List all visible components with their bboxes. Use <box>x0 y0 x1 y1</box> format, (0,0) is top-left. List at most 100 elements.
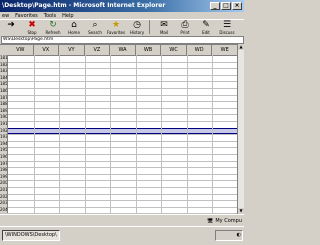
gridline-row <box>0 187 238 188</box>
column-header[interactable]: WA <box>110 45 136 55</box>
gridline-row <box>0 154 238 155</box>
mail-icon: ✉ <box>160 20 168 30</box>
toolbar: ➜ ✖ Stop ↻ Refresh ⌂ Home ⌕ Search ★ Favorite… <box>0 20 244 36</box>
gridline-row <box>0 180 238 182</box>
address-bar: WS\Desktop\Page.htm <box>0 36 244 44</box>
gridline-row <box>0 206 238 208</box>
print-button[interactable]: ⎙ Print <box>176 20 194 35</box>
row-header[interactable]: 186 <box>0 88 8 95</box>
gridline-row <box>0 88 238 89</box>
home-icon: ⌂ <box>71 20 77 30</box>
favorites-button[interactable]: ★ Favorites <box>107 20 125 35</box>
gridline-column <box>186 55 188 214</box>
search-icon: ⌕ <box>92 20 98 30</box>
forward-arrow-icon: ➜ <box>7 20 15 30</box>
menu-help[interactable]: Help <box>62 12 73 19</box>
gridline-column <box>59 55 61 214</box>
home-button[interactable]: ⌂ Home <box>65 20 83 35</box>
row-header[interactable]: 188 <box>0 101 8 108</box>
row-header[interactable]: 185 <box>0 81 8 88</box>
row-header[interactable]: 187 <box>0 94 8 102</box>
row-header[interactable]: 184 <box>0 74 8 82</box>
maximize-button[interactable]: □ <box>221 2 231 10</box>
gridline-row <box>0 74 238 76</box>
column-header[interactable]: VW <box>8 45 34 55</box>
scroll-up-icon[interactable]: ▲ <box>238 44 244 50</box>
status-bar: 🖥 My Compu <box>0 214 244 226</box>
stop-button[interactable]: ✖ Stop <box>23 20 41 35</box>
search-button[interactable]: ⌕ Search <box>86 20 104 35</box>
window-title: \Desktop\Page.htm - Microsoft Internet E… <box>2 2 166 9</box>
toolbar-separator <box>149 20 152 34</box>
edit-button[interactable]: ✎ Edit <box>197 20 215 35</box>
gridline-row <box>0 140 238 142</box>
security-zone: My Compu <box>215 217 242 224</box>
gridline-row <box>0 160 238 162</box>
gridline-row <box>0 193 238 195</box>
gridline-row <box>0 114 238 116</box>
column-header[interactable]: VY <box>59 45 85 55</box>
row-header[interactable]: 201 <box>0 187 8 194</box>
column-header[interactable]: WD <box>187 45 213 55</box>
row-header[interactable]: 189 <box>0 107 8 115</box>
forward-button[interactable]: ➜ <box>2 20 20 30</box>
gridline-row <box>0 200 238 202</box>
column-header[interactable]: VX <box>34 45 60 55</box>
menu-view[interactable]: ew <box>2 12 9 19</box>
print-icon: ⎙ <box>181 20 189 30</box>
row-header[interactable]: 192 <box>0 127 8 135</box>
refresh-button[interactable]: ↻ Refresh <box>44 20 62 35</box>
address-input[interactable]: WS\Desktop\Page.htm <box>1 36 244 44</box>
taskbar: \WINDOWS\Desktop\ ◐ <box>0 226 244 245</box>
gridline-row <box>0 101 238 103</box>
row-header[interactable]: 202 <box>0 193 8 201</box>
minimize-button[interactable]: _ <box>210 2 220 10</box>
row-header[interactable]: 195 <box>0 147 8 154</box>
column-header[interactable]: VZ <box>85 45 111 55</box>
row-header[interactable]: 198 <box>0 167 8 174</box>
row-header[interactable]: 194 <box>0 140 8 148</box>
row-header[interactable]: 190 <box>0 114 8 121</box>
row-header[interactable]: 200 <box>0 180 8 187</box>
row-header[interactable]: 183 <box>0 68 8 75</box>
taskbar-button-explorer[interactable]: \WINDOWS\Desktop\ <box>2 230 60 241</box>
row-header[interactable]: 193 <box>0 134 8 141</box>
row-header[interactable]: 181 <box>0 55 8 62</box>
page-content[interactable]: VW VX VY VZ WA WB WC WD WE 181 182 183 184 185 186 187 1… <box>0 44 244 215</box>
window-controls: _ □ × <box>210 2 242 10</box>
menu-tools[interactable]: Tools <box>44 12 56 19</box>
gridline-row <box>0 94 238 96</box>
row-header[interactable]: 182 <box>0 61 8 69</box>
favorites-icon: ★ <box>111 20 121 30</box>
tray-icon: ◐ <box>236 232 241 238</box>
system-tray: ◐ <box>215 230 243 241</box>
row-header[interactable]: 191 <box>0 121 8 128</box>
discuss-button[interactable]: ☰ Discuss <box>218 20 236 35</box>
gridline-row <box>0 81 238 83</box>
vertical-scrollbar[interactable]: ▲ ▼ <box>237 44 244 214</box>
row-header[interactable]: 196 <box>0 154 8 161</box>
gridline-row <box>0 107 238 109</box>
row-header[interactable]: 204 <box>0 206 8 214</box>
column-header[interactable]: WB <box>136 45 162 55</box>
gridline-column <box>161 55 163 214</box>
menu-bar: ew Favorites Tools Help <box>0 12 244 20</box>
gridline-row <box>0 173 238 175</box>
row-header[interactable]: 203 <box>0 200 8 207</box>
selected-row[interactable] <box>0 127 238 135</box>
menu-favorites[interactable]: Favorites <box>15 12 38 19</box>
title-bar[interactable]: \Desktop\Page.htm - Microsoft Internet E… <box>0 0 244 12</box>
edit-icon: ✎ <box>202 20 210 30</box>
close-button[interactable]: × <box>232 2 242 10</box>
gridline-column <box>135 55 137 214</box>
gridline-row <box>0 147 238 149</box>
mail-button[interactable]: ✉ Mail <box>155 20 173 35</box>
history-button[interactable]: ◷ History <box>128 20 146 35</box>
gridline-row <box>0 68 238 70</box>
column-header[interactable]: WC <box>161 45 187 55</box>
column-header[interactable]: WE <box>212 45 238 55</box>
gridline-row <box>0 167 238 169</box>
row-header[interactable]: 199 <box>0 173 8 181</box>
history-icon: ◷ <box>133 20 141 30</box>
row-header[interactable]: 197 <box>0 160 8 168</box>
